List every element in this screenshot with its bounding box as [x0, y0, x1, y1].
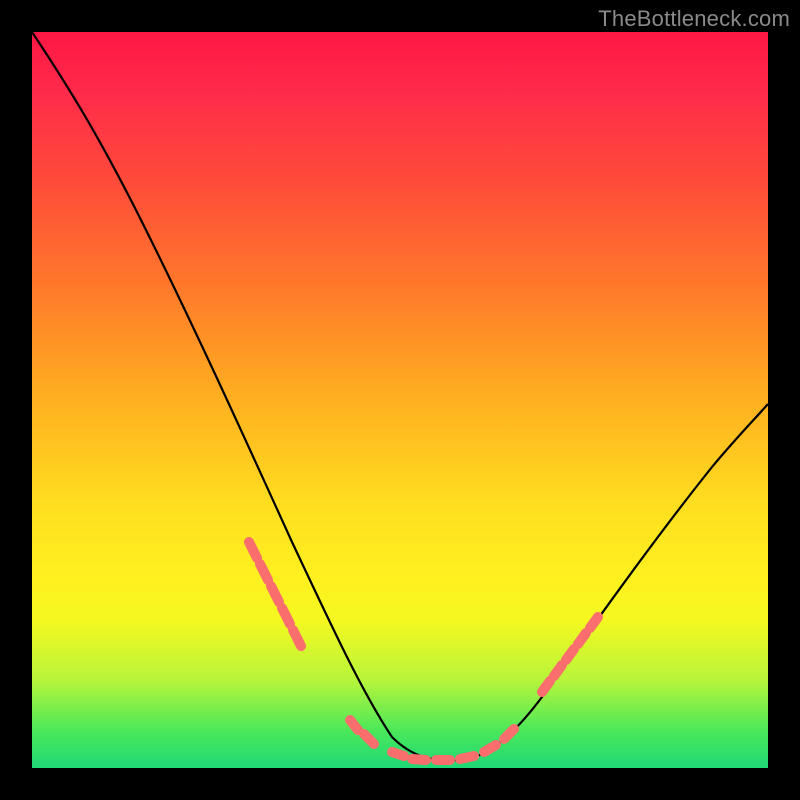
highlight-dots-group	[249, 542, 598, 760]
chart-plot-area	[32, 32, 768, 768]
chart-svg	[32, 32, 768, 768]
chart-frame: TheBottleneck.com	[0, 0, 800, 800]
watermark-text: TheBottleneck.com	[598, 6, 790, 32]
bottleneck-curve	[32, 32, 768, 760]
